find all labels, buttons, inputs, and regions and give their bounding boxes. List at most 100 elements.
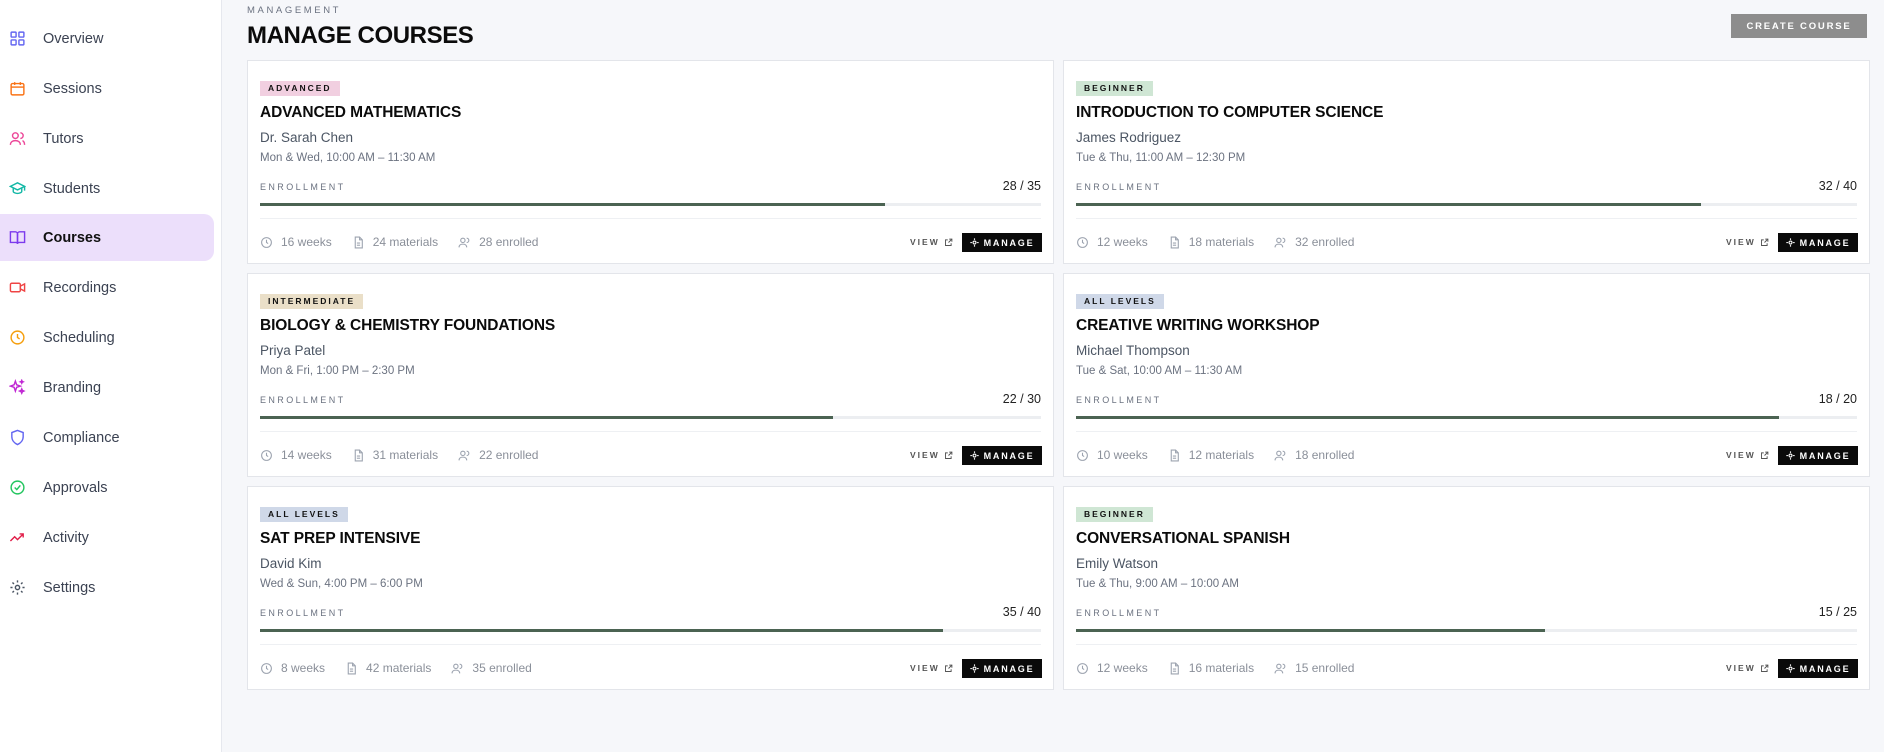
course-instructor: Emily Watson: [1076, 556, 1159, 571]
document-icon: [354, 236, 363, 248]
sidebar-item-approvals[interactable]: Approvals: [0, 464, 214, 511]
clock-icon: [261, 236, 272, 248]
sidebar-item-overview[interactable]: Overview: [0, 15, 214, 62]
sparkles-icon: [9, 379, 26, 395]
manage-button[interactable]: MANAGE: [962, 659, 1042, 678]
manage-button[interactable]: MANAGE: [1778, 233, 1858, 252]
sidebar-item-compliance[interactable]: Compliance: [0, 414, 214, 461]
enrollment-count: 28 / 35: [1002, 179, 1041, 193]
view-label: VIEW: [1726, 450, 1756, 460]
view-link[interactable]: VIEW: [1726, 237, 1769, 247]
enrollment-count: 15 / 25: [1818, 605, 1857, 619]
sidebar-item-recordings[interactable]: Recordings: [0, 264, 214, 311]
enrollment-count: 22 / 30: [1002, 392, 1041, 406]
manage-button[interactable]: MANAGE: [1778, 659, 1858, 678]
divider: [260, 644, 1041, 645]
progress-fill: [1076, 629, 1545, 632]
gear-icon: [1785, 238, 1795, 247]
enrollment-label: ENROLLMENT: [1076, 182, 1162, 192]
sidebar-item-label: Settings: [43, 579, 96, 596]
clock-icon: [1077, 449, 1088, 461]
trending-up-icon: [9, 533, 24, 542]
gear-icon: [1785, 664, 1795, 673]
enrollment-progress-bar: [1076, 203, 1857, 206]
divider: [1076, 644, 1857, 645]
gear-icon: [969, 238, 979, 247]
meta-enrolled-text: 18 enrolled: [1295, 448, 1355, 462]
create-course-button[interactable]: CREATE COURSE: [1731, 14, 1867, 38]
view-link[interactable]: VIEW: [910, 237, 953, 247]
sidebar-item-label: Scheduling: [43, 329, 115, 346]
meta-duration-text: 14 weeks: [281, 448, 332, 462]
meta-duration-text: 16 weeks: [281, 235, 332, 249]
sidebar-item-students[interactable]: Students: [0, 165, 214, 212]
meta-duration: 14 weeks: [260, 448, 332, 462]
users-icon: [458, 237, 470, 247]
sidebar-item-scheduling[interactable]: Scheduling: [0, 314, 214, 361]
sidebar-item-label: Recordings: [43, 279, 117, 296]
users-icon: [451, 663, 463, 673]
sidebar-item-sessions[interactable]: Sessions: [0, 65, 214, 112]
external-link-icon: [944, 451, 953, 459]
clock-icon: [1077, 236, 1088, 248]
sidebar-item-courses[interactable]: Courses: [0, 214, 214, 261]
sidebar-item-tutors[interactable]: Tutors: [0, 115, 214, 162]
sidebar: Overview Sessions Tutors Students Course…: [0, 0, 222, 752]
meta-enrolled: 32 enrolled: [1274, 235, 1354, 249]
progress-fill: [1076, 416, 1779, 419]
meta-duration: 12 weeks: [1076, 235, 1148, 249]
enrollment-label: ENROLLMENT: [260, 608, 346, 618]
sidebar-item-branding[interactable]: Branding: [0, 364, 214, 411]
meta-materials-text: 42 materials: [366, 661, 432, 675]
shield-icon: [11, 429, 24, 446]
course-title: INTRODUCTION TO COMPUTER SCIENCE: [1076, 104, 1384, 121]
enrollment-count: 32 / 40: [1818, 179, 1857, 193]
meta-duration: 8 weeks: [260, 661, 325, 675]
enrollment-progress-bar: [260, 416, 1041, 419]
meta-enrolled-text: 32 enrolled: [1295, 235, 1355, 249]
external-link-icon: [1760, 451, 1769, 459]
course-schedule: Mon & Wed, 10:00 AM – 11:30 AM: [260, 152, 436, 164]
sidebar-item-label: Tutors: [43, 130, 84, 147]
course-meta: 12 weeks 16 materials 15 enrolled: [1076, 661, 1374, 675]
users-icon: [458, 450, 470, 460]
view-link[interactable]: VIEW: [910, 663, 953, 673]
course-schedule: Wed & Sun, 4:00 PM – 6:00 PM: [260, 578, 423, 590]
sidebar-item-label: Sessions: [43, 80, 102, 97]
view-label: VIEW: [1726, 237, 1756, 247]
document-icon: [1170, 662, 1179, 674]
course-meta: 14 weeks 31 materials 22 enrolled: [260, 448, 558, 462]
users-icon: [1274, 237, 1286, 247]
manage-label: MANAGE: [983, 237, 1035, 248]
course-title: BIOLOGY & CHEMISTRY FOUNDATIONS: [260, 317, 556, 334]
enrollment-count: 18 / 20: [1818, 392, 1857, 406]
view-label: VIEW: [910, 663, 940, 673]
enrollment-label: ENROLLMENT: [260, 395, 346, 405]
calendar-icon: [10, 82, 25, 96]
view-link[interactable]: VIEW: [1726, 450, 1769, 460]
manage-button[interactable]: MANAGE: [1778, 446, 1858, 465]
course-card: BEGINNER CONVERSATIONAL SPANISH Emily Wa…: [1063, 486, 1870, 690]
course-card: ADVANCED ADVANCED MATHEMATICS Dr. Sarah …: [247, 60, 1054, 264]
course-schedule: Tue & Thu, 11:00 AM – 12:30 PM: [1076, 152, 1246, 164]
users-icon: [9, 132, 26, 145]
users-icon: [1274, 450, 1286, 460]
manage-button[interactable]: MANAGE: [962, 446, 1042, 465]
meta-materials-text: 18 materials: [1188, 235, 1255, 249]
meta-materials: 24 materials: [352, 235, 438, 249]
manage-label: MANAGE: [1799, 450, 1851, 461]
meta-enrolled: 18 enrolled: [1274, 448, 1354, 462]
external-link-icon: [1760, 238, 1769, 246]
course-schedule: Tue & Thu, 9:00 AM – 10:00 AM: [1076, 578, 1240, 590]
sidebar-item-settings[interactable]: Settings: [0, 564, 214, 611]
view-link[interactable]: VIEW: [910, 450, 953, 460]
sidebar-item-label: Approvals: [43, 479, 108, 496]
manage-button[interactable]: MANAGE: [962, 233, 1042, 252]
meta-materials-text: 24 materials: [372, 235, 439, 249]
level-badge: ALL LEVELS: [260, 507, 348, 522]
view-link[interactable]: VIEW: [1726, 663, 1769, 673]
document-icon: [354, 449, 363, 461]
sidebar-item-activity[interactable]: Activity: [0, 514, 214, 561]
meta-materials-text: 31 materials: [372, 448, 439, 462]
meta-duration-text: 12 weeks: [1097, 235, 1148, 249]
